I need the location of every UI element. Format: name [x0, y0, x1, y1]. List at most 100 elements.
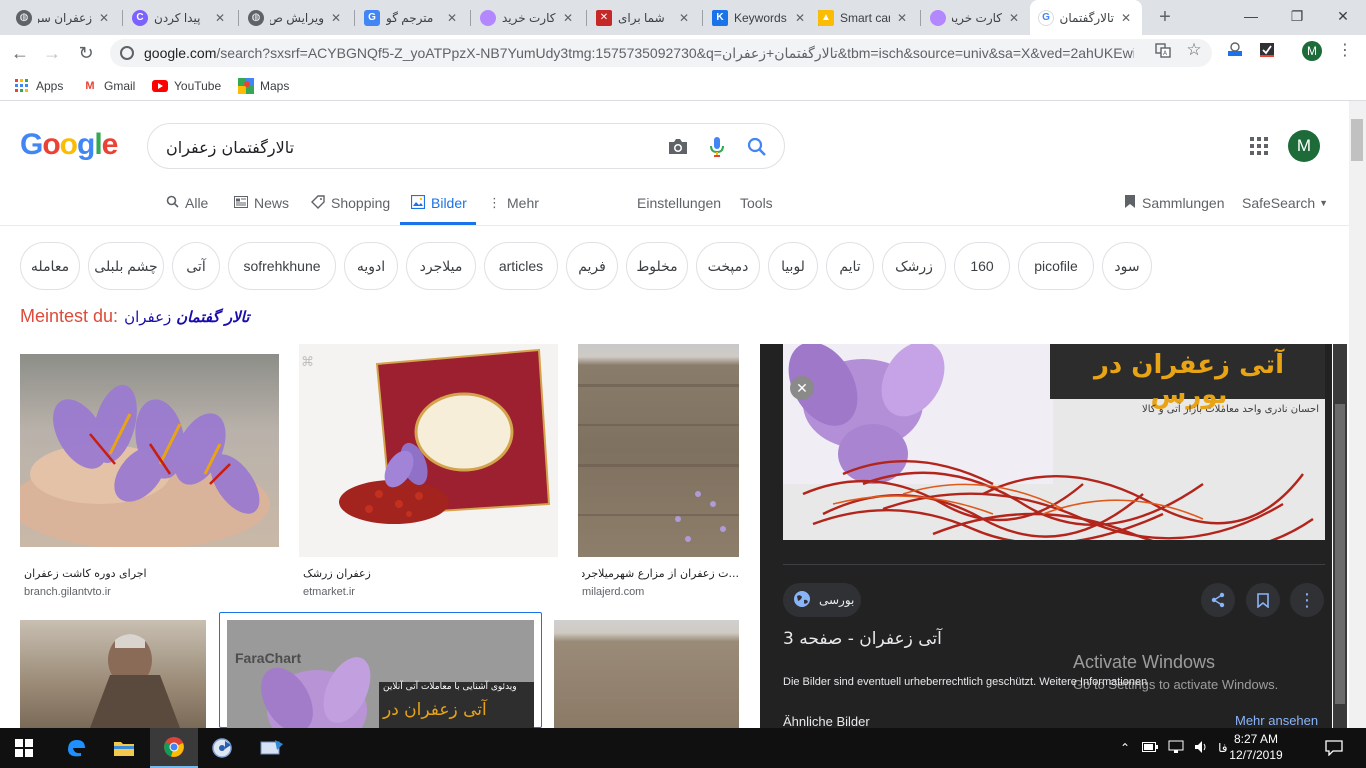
- related-chip[interactable]: چشم بلبلی: [88, 242, 164, 290]
- result-thumbnail[interactable]: FaraChart ویدئوی آشنایی با معاملات آتی آ…: [227, 620, 534, 729]
- settings-link[interactable]: Einstellungen: [637, 193, 721, 213]
- related-chip[interactable]: معامله: [20, 242, 80, 290]
- close-icon[interactable]: ✕: [676, 10, 692, 26]
- see-more-link[interactable]: Mehr ansehen: [1235, 713, 1318, 728]
- bookmark-apps[interactable]: Apps: [14, 76, 63, 96]
- account-avatar[interactable]: M: [1288, 130, 1320, 162]
- search-icon[interactable]: [745, 135, 769, 159]
- image-result[interactable]: اجرای دوره کاشت زعفران branch.gilantvto.…: [20, 354, 279, 604]
- close-icon[interactable]: ✕: [212, 10, 228, 26]
- browser-tab-active[interactable]: G تالارگفتمان ✕: [1030, 0, 1142, 35]
- google-apps-icon[interactable]: [1250, 137, 1268, 155]
- image-result[interactable]: [20, 620, 206, 728]
- reload-button[interactable]: ↻: [72, 39, 100, 67]
- bookmark-maps[interactable]: Maps: [238, 76, 289, 96]
- chrome-icon[interactable]: [150, 728, 198, 768]
- result-thumbnail[interactable]: ⌘: [299, 344, 558, 557]
- source-site-button[interactable]: بورسی: [783, 583, 861, 617]
- battery-icon[interactable]: [1142, 741, 1159, 755]
- tab-all[interactable]: Alle: [166, 193, 208, 213]
- back-button[interactable]: ←: [6, 39, 34, 67]
- image-result[interactable]: ...ت زعفران از مزارع شهرمیلاجرد milajerd…: [578, 344, 739, 604]
- preview-title-link[interactable]: آتی زعفران - صفحه 3: [783, 629, 942, 649]
- close-icon[interactable]: ✕: [560, 10, 576, 26]
- close-icon[interactable]: ✕: [894, 10, 910, 26]
- close-icon[interactable]: ✕: [1006, 10, 1022, 26]
- tab-news[interactable]: News: [234, 193, 289, 213]
- result-thumbnail[interactable]: [578, 344, 739, 557]
- browser-tab[interactable]: G مترجم گو ✕: [356, 0, 468, 35]
- chevron-up-icon[interactable]: ⌃: [1120, 741, 1130, 755]
- browser-tab[interactable]: ✕ شما برای ✕: [588, 0, 700, 35]
- browser-tab[interactable]: کارت خرید ✕: [922, 0, 1030, 35]
- close-icon[interactable]: ✕: [444, 10, 460, 26]
- minimize-button[interactable]: —: [1228, 0, 1274, 32]
- taskbar-clock[interactable]: 8:27 AM 12/7/2019: [1226, 731, 1286, 763]
- related-chip[interactable]: مخلوط: [626, 242, 688, 290]
- star-icon[interactable]: ☆: [1185, 40, 1203, 59]
- google-logo[interactable]: Google: [20, 128, 118, 162]
- browser-tab[interactable]: کارت خرید ✕: [472, 0, 584, 35]
- tab-shopping[interactable]: Shopping: [311, 193, 390, 213]
- close-icon[interactable]: ✕: [96, 10, 112, 26]
- edge-icon[interactable]: [52, 728, 100, 768]
- restore-button[interactable]: ❐: [1274, 0, 1320, 32]
- close-preview-button[interactable]: ✕: [790, 376, 814, 400]
- bookmark-gmail[interactable]: M Gmail: [82, 76, 135, 96]
- address-bar[interactable]: google.com/search?sxsrf=ACYBGNQf5-Z_yoAT…: [110, 39, 1212, 67]
- page-scrollbar[interactable]: [1349, 101, 1366, 728]
- related-chip[interactable]: سود: [1102, 242, 1152, 290]
- related-chip[interactable]: فریم: [566, 242, 618, 290]
- related-chip[interactable]: sofrehkhune: [228, 242, 336, 290]
- search-input[interactable]: [166, 136, 646, 158]
- related-chip[interactable]: تایم: [826, 242, 874, 290]
- extension-icon[interactable]: [1258, 41, 1276, 59]
- profile-avatar[interactable]: M: [1302, 41, 1322, 61]
- media-player-icon[interactable]: [198, 728, 246, 768]
- more-options-icon[interactable]: ⋮: [1290, 583, 1324, 617]
- browser-tab[interactable]: K Keywords ✕: [704, 0, 816, 35]
- result-thumbnail[interactable]: [20, 354, 279, 547]
- close-window-button[interactable]: ✕: [1320, 0, 1366, 32]
- new-tab-button[interactable]: +: [1152, 4, 1178, 30]
- result-thumbnail[interactable]: [20, 620, 206, 728]
- browser-tab[interactable]: ▲ Smart car ✕: [810, 0, 918, 35]
- close-icon[interactable]: ✕: [328, 10, 344, 26]
- tab-more[interactable]: ⋮ Mehr: [488, 193, 539, 213]
- app-icon[interactable]: [248, 728, 296, 768]
- browser-tab[interactable]: ◍ زعفران سر ✕: [8, 0, 120, 35]
- extension-icon[interactable]: [1226, 41, 1244, 59]
- image-result-selected[interactable]: FaraChart ویدئوی آشنایی با معاملات آتی آ…: [219, 612, 542, 729]
- safesearch-dropdown[interactable]: SafeSearch ▼: [1242, 193, 1328, 213]
- panel-scrollbar[interactable]: [1333, 344, 1347, 728]
- result-thumbnail[interactable]: [554, 620, 739, 728]
- save-bookmark-icon[interactable]: [1246, 583, 1280, 617]
- collections-link[interactable]: Sammlungen: [1124, 193, 1225, 213]
- search-box[interactable]: [147, 123, 785, 169]
- close-icon[interactable]: ✕: [792, 10, 808, 26]
- camera-icon[interactable]: [666, 135, 690, 159]
- image-result[interactable]: [554, 620, 739, 728]
- browser-tab[interactable]: ◍ ویرایش ص ✕: [240, 0, 352, 35]
- browser-tab[interactable]: C پیدا کردن ✕: [124, 0, 236, 35]
- related-chip[interactable]: لوبیا: [768, 242, 818, 290]
- notification-icon[interactable]: [1310, 728, 1358, 768]
- network-icon[interactable]: [1168, 740, 1184, 757]
- did-you-mean-link[interactable]: تالار گفتمان زعفران: [124, 308, 249, 326]
- related-chip[interactable]: picofile: [1018, 242, 1094, 290]
- related-chip[interactable]: articles: [484, 242, 558, 290]
- windows-start-icon[interactable]: [0, 728, 48, 768]
- file-explorer-icon[interactable]: [100, 728, 148, 768]
- tab-images[interactable]: Bilder: [410, 193, 467, 213]
- image-result[interactable]: ⌘ زعفران زرشک etmarket.ir: [299, 344, 558, 604]
- related-chip[interactable]: میلاجرد: [406, 242, 476, 290]
- share-icon[interactable]: [1201, 583, 1235, 617]
- related-chip[interactable]: 160: [954, 242, 1010, 290]
- related-chip[interactable]: دمپخت: [696, 242, 760, 290]
- info-icon[interactable]: [120, 46, 134, 60]
- bookmark-youtube[interactable]: YouTube: [152, 76, 221, 96]
- related-chip[interactable]: زرشک: [882, 242, 946, 290]
- related-chip[interactable]: ادویه: [344, 242, 398, 290]
- microphone-icon[interactable]: [705, 135, 729, 159]
- translate-icon[interactable]: A: [1154, 41, 1172, 59]
